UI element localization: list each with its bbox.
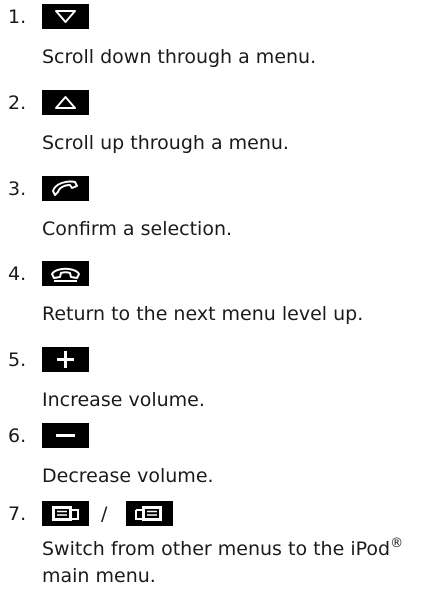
step-1-description: Scroll down through a menu. [42, 46, 317, 68]
step-4-number: 4. [8, 263, 27, 285]
step-2-description: Scroll up through a menu. [42, 132, 289, 154]
scroll-up-arrow-icon [42, 90, 89, 115]
step-6-number: 6. [8, 425, 27, 447]
menu-page-right-icon [126, 501, 173, 526]
step-7-description-text: Switch from other menus to the iPod [42, 538, 391, 560]
registered-trademark-symbol: ® [390, 536, 404, 551]
step-7-description-continuation: main menu. [42, 565, 156, 587]
step-4-description: Return to the next menu level up. [42, 303, 364, 325]
step-3-description: Confirm a selection. [42, 218, 233, 240]
step-7-description: Switch from other menus to the iPod® mai… [42, 536, 437, 590]
step-3-number: 3. [8, 178, 27, 200]
step-1-number: 1. [8, 6, 27, 28]
step-5-number: 5. [8, 349, 27, 371]
plus-icon [42, 347, 89, 372]
minus-icon [42, 423, 89, 448]
scroll-down-arrow-icon [42, 4, 89, 29]
step-5-description: Increase volume. [42, 389, 205, 411]
menu-page-left-icon [42, 501, 89, 526]
icon-separator: / [101, 503, 108, 525]
phone-pickup-icon [42, 176, 89, 201]
step-2-number: 2. [8, 92, 27, 114]
step-6-description: Decrease volume. [42, 465, 214, 487]
phone-hangup-icon [42, 261, 89, 286]
step-7-number: 7. [8, 503, 27, 525]
